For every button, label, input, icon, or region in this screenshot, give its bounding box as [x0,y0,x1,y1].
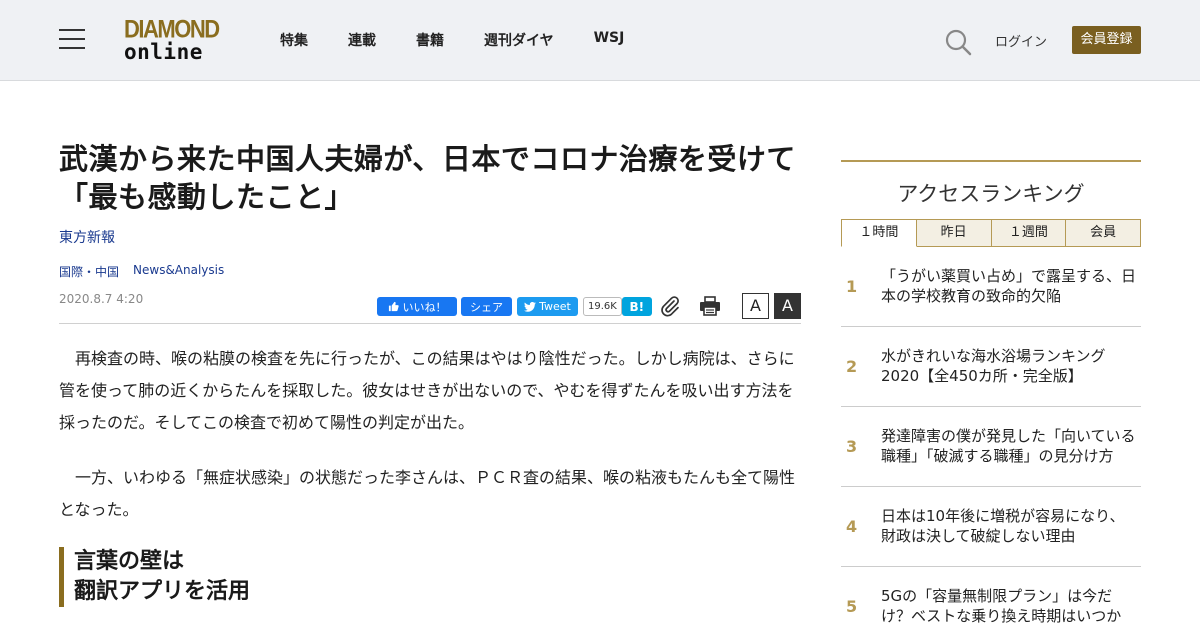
ranking-number: 4 [846,517,858,536]
search-icon[interactable] [944,28,972,56]
ranking-number: 5 [846,597,858,616]
ranking-item[interactable]: 1 「うがい薬買い占め」で露呈する、日本の学校教育の致命的欠陥 [841,247,1141,327]
print-icon[interactable] [699,295,721,317]
ranking-item[interactable]: 3 発達障害の僕が発見した「向いている職種」「破滅する職種」の見分け方 [841,407,1141,487]
facebook-share-button[interactable]: シェア [461,297,512,316]
article-title: 武漢から来た中国人夫婦が、日本でコロナ治療を受けて「最も感動したこと」 [59,142,796,214]
article-source[interactable]: 東方新報 [59,227,801,247]
ranking-link[interactable]: 水がきれいな海水浴場ランキング2020【全450カ所・完全版】 [881,327,1141,406]
tab-members[interactable]: 会員 [1066,219,1141,247]
ranking-number: 1 [846,277,858,296]
facebook-like-button[interactable]: いいね！ [377,297,457,316]
article-meta: 2020.8.7 4:20 いいね！ シェア Tweet 19.6K B! A [59,292,801,324]
tab-yesterday[interactable]: 昨日 [916,219,992,247]
access-ranking-sidebar: アクセスランキング １時間 昨日 １週間 会員 1 「うがい薬買い占め」で露呈す… [841,160,1141,630]
ranking-link[interactable]: 5Gの「容量無制限プラン」は今だけ？ベストな乗り換え時期はいつか [881,567,1141,630]
font-size-large-button[interactable]: A [774,293,801,319]
subheading-line: 言葉の壁は [74,549,185,574]
nav-item-series[interactable]: 連載 [348,30,376,50]
article-date: 2020.8.7 4:20 [59,292,144,306]
hatena-bookmark-count: 19.6K [583,297,622,316]
ranking-link[interactable]: 「うがい薬買い占め」で露呈する、日本の学校教育の致命的欠陥 [881,247,1141,326]
article-categories: 国際・中国 News&Analysis [59,263,801,280]
ranking-item[interactable]: 4 日本は10年後に増税が容易になり、財政は決して破綻しない理由 [841,487,1141,567]
share-buttons: いいね！ シェア Tweet 19.6K B! [377,297,652,316]
logo-text-diamond: DIAMOND [124,14,220,44]
article: 武漢から来た中国人夫婦が、日本でコロナ治療を受けて「最も感動したこと」 東方新報… [59,140,801,607]
subheading-line: 翻訳アプリを活用 [74,579,251,604]
tab-1-week[interactable]: １週間 [991,219,1067,247]
article-paragraph: 再検査の時、喉の粘膜の検査を先に行ったが、この結果はやはり陰性だった。しかし病院… [59,349,795,432]
ranking-number: 2 [846,357,858,376]
site-header: DIAMOND online 特集 連載 書籍 週刊ダイヤ WSJ ログイン 会… [0,0,1200,81]
category-link-news[interactable]: News&Analysis [133,263,224,280]
article-subheading: 言葉の壁は 翻訳アプリを活用 [59,547,801,607]
tweet-label: Tweet [539,300,571,313]
nav-item-wsj[interactable]: WSJ [594,30,625,50]
thumbs-up-icon [388,301,399,312]
facebook-like-label: いいね！ [402,300,447,314]
ranking-item[interactable]: 5 5Gの「容量無制限プラン」は今だけ？ベストな乗り換え時期はいつか [841,567,1141,630]
ranking-item[interactable]: 2 水がきれいな海水浴場ランキング2020【全450カ所・完全版】 [841,327,1141,407]
category-link-international[interactable]: 国際・中国 [59,263,119,280]
nav-item-weekly-diamond[interactable]: 週刊ダイヤ [484,30,554,50]
main-nav: 特集 連載 書籍 週刊ダイヤ WSJ [280,30,664,50]
hatena-bookmark-button[interactable]: B! [621,297,652,316]
tweet-button[interactable]: Tweet [517,297,578,316]
article-paragraph: 一方、いわゆる「無症状感染」の状態だった李さんは、ＰＣＲ査の結果、喉の粘液もたん… [59,468,796,519]
menu-icon[interactable] [59,29,85,51]
logo-text-online: online [124,40,203,64]
ranking-list: 1 「うがい薬買い占め」で露呈する、日本の学校教育の致命的欠陥 2 水がきれいな… [841,247,1141,630]
ranking-tabs: １時間 昨日 １週間 会員 [841,219,1141,247]
register-button[interactable]: 会員登録 [1072,26,1141,54]
site-logo[interactable]: DIAMOND online [124,14,228,64]
article-body: 再検査の時、喉の粘膜の検査を先に行ったが、この結果はやはり陰性だった。しかし病院… [59,343,801,607]
ranking-title: アクセスランキング [841,160,1141,219]
nav-item-feature[interactable]: 特集 [280,30,308,50]
ranking-link[interactable]: 発達障害の僕が発見した「向いている職種」「破滅する職種」の見分け方 [881,407,1141,486]
ranking-number: 3 [846,437,858,456]
tab-1-hour[interactable]: １時間 [841,219,917,247]
login-link[interactable]: ログイン [995,31,1047,50]
nav-item-books[interactable]: 書籍 [416,30,444,50]
ranking-link[interactable]: 日本は10年後に増税が容易になり、財政は決して破綻しない理由 [881,487,1141,566]
font-size-small-button[interactable]: A [742,293,769,319]
paperclip-icon[interactable] [659,295,681,317]
twitter-bird-icon [524,301,537,312]
